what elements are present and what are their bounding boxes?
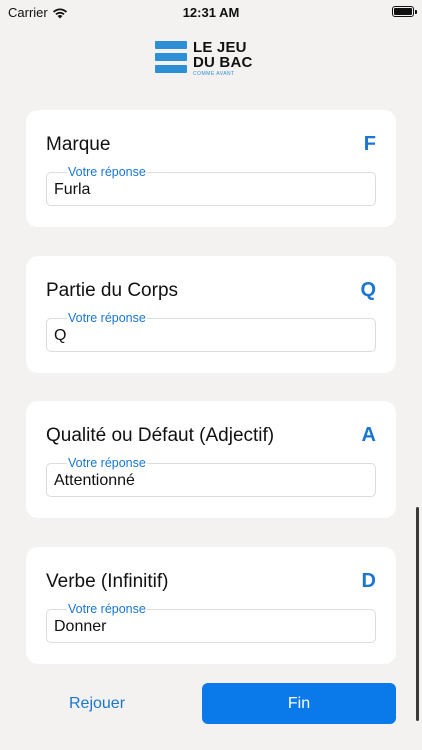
- logo-tagline: COMME AVANT: [193, 71, 235, 77]
- category-letter: Q: [360, 279, 376, 301]
- logo-bars-icon: [155, 41, 187, 73]
- category-card-qualite-ou-defaut: Qualité ou Défaut (Adjectif) A Votre rép…: [26, 401, 396, 518]
- answer-input-partie-du-corps[interactable]: Votre réponse Q: [46, 310, 376, 352]
- answer-input-verbe[interactable]: Votre réponse Donner: [46, 601, 376, 643]
- status-bar: Carrier 12:31 AM: [0, 0, 422, 24]
- category-title: Marque: [46, 134, 111, 155]
- replay-button[interactable]: Rejouer: [26, 684, 168, 724]
- category-letter: A: [361, 424, 376, 446]
- category-letter: F: [363, 133, 376, 155]
- scroll-indicator[interactable]: [416, 507, 419, 721]
- category-card-marque: Marque F Votre réponse Furla: [26, 110, 396, 227]
- logo-line-2: DU BAC: [193, 54, 253, 71]
- end-button[interactable]: Fin: [202, 683, 396, 724]
- app-logo: LE JEU DU BAC COMME AVANT: [155, 40, 253, 77]
- answer-label: Votre réponse: [67, 310, 147, 326]
- answer-label: Votre réponse: [67, 164, 147, 180]
- battery-icon: [392, 6, 417, 17]
- category-card-partie-du-corps: Partie du Corps Q Votre réponse Q: [26, 256, 396, 373]
- answer-value[interactable]: Q: [54, 327, 66, 345]
- answer-value[interactable]: Furla: [54, 181, 90, 199]
- answer-label: Votre réponse: [67, 455, 147, 471]
- category-title: Qualité ou Défaut (Adjectif): [46, 425, 275, 446]
- logo-line-1: LE JEU: [193, 39, 247, 56]
- answer-value[interactable]: Attentionné: [54, 472, 135, 490]
- category-card-verbe: Verbe (Infinitif) D Votre réponse Donner: [26, 547, 396, 664]
- answer-label: Votre réponse: [67, 601, 147, 617]
- answer-input-qualite-ou-defaut[interactable]: Votre réponse Attentionné: [46, 455, 376, 497]
- category-title: Partie du Corps: [46, 280, 179, 301]
- category-letter: D: [361, 570, 376, 592]
- answer-value[interactable]: Donner: [54, 618, 106, 636]
- status-time: 12:31 AM: [182, 5, 240, 20]
- answer-input-marque[interactable]: Votre réponse Furla: [46, 164, 376, 206]
- category-title: Verbe (Infinitif): [46, 571, 169, 592]
